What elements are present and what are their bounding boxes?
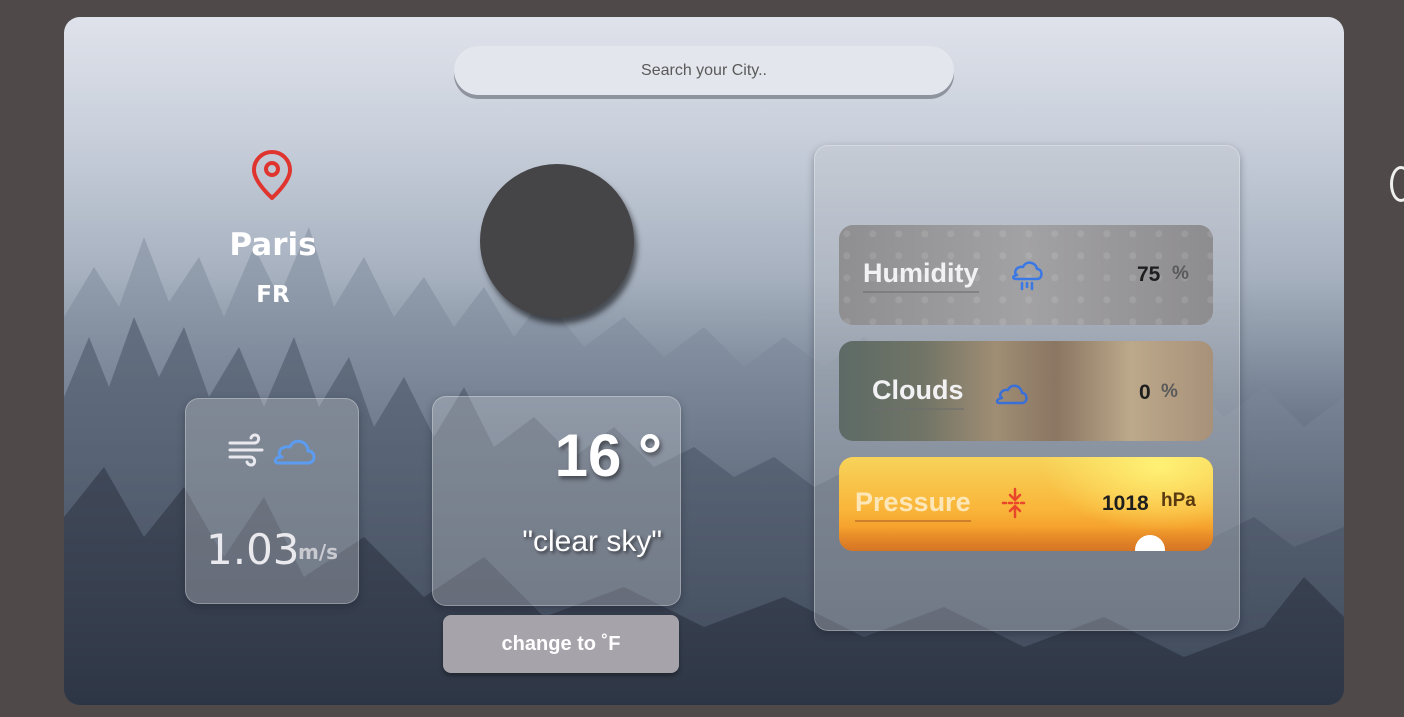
cloud-icon (273, 439, 316, 465)
clouds-card: Clouds 0 % (839, 341, 1213, 441)
temperature-value: 16 ° (554, 422, 662, 489)
temperature-card: 16 ° "clear sky" (432, 396, 681, 606)
humidity-unit: % (1172, 263, 1189, 284)
humidity-card: Humidity 75 % (839, 225, 1213, 325)
clouds-value: 0 (1139, 381, 1151, 404)
cloud-icon (995, 384, 1028, 405)
city-search-input[interactable] (454, 45, 954, 96)
pressure-unit: hPa (1161, 490, 1196, 511)
humidity-value: 75 (1137, 263, 1161, 286)
wind-cloud-icons (228, 433, 316, 467)
pressure-value: 1018 (1102, 492, 1149, 515)
weather-icon-circle (480, 164, 634, 318)
wind-speed-value: 1.03 (206, 525, 300, 574)
city-name: Paris (229, 227, 317, 263)
weather-description: "clear sky" (522, 525, 662, 558)
wind-speed-unit: m/s (298, 540, 339, 564)
wind-card: 1.03 m/s (185, 398, 359, 604)
city-search-bar[interactable] (454, 45, 954, 96)
stats-panel: Humidity 75 % Clouds 0 % Pressure 1018 h… (814, 145, 1240, 631)
rain-cloud-icon (1012, 261, 1043, 291)
country-code: FR (256, 282, 290, 308)
pressure-label: Pressure (855, 487, 971, 522)
compress-arrows-icon (1001, 487, 1029, 519)
wind-icon (228, 433, 264, 467)
clouds-label: Clouds (872, 375, 964, 410)
humidity-label: Humidity (863, 258, 979, 293)
change-unit-button[interactable]: change to ˚F (443, 615, 679, 673)
weather-app: Paris FR 1.03 m/s 16 ° "clear sky" chang… (64, 17, 1344, 705)
pressure-card: Pressure 1018 hPa (839, 457, 1213, 551)
clouds-unit: % (1161, 381, 1178, 402)
map-pin-icon (252, 150, 292, 200)
edge-fragment (1390, 166, 1404, 202)
